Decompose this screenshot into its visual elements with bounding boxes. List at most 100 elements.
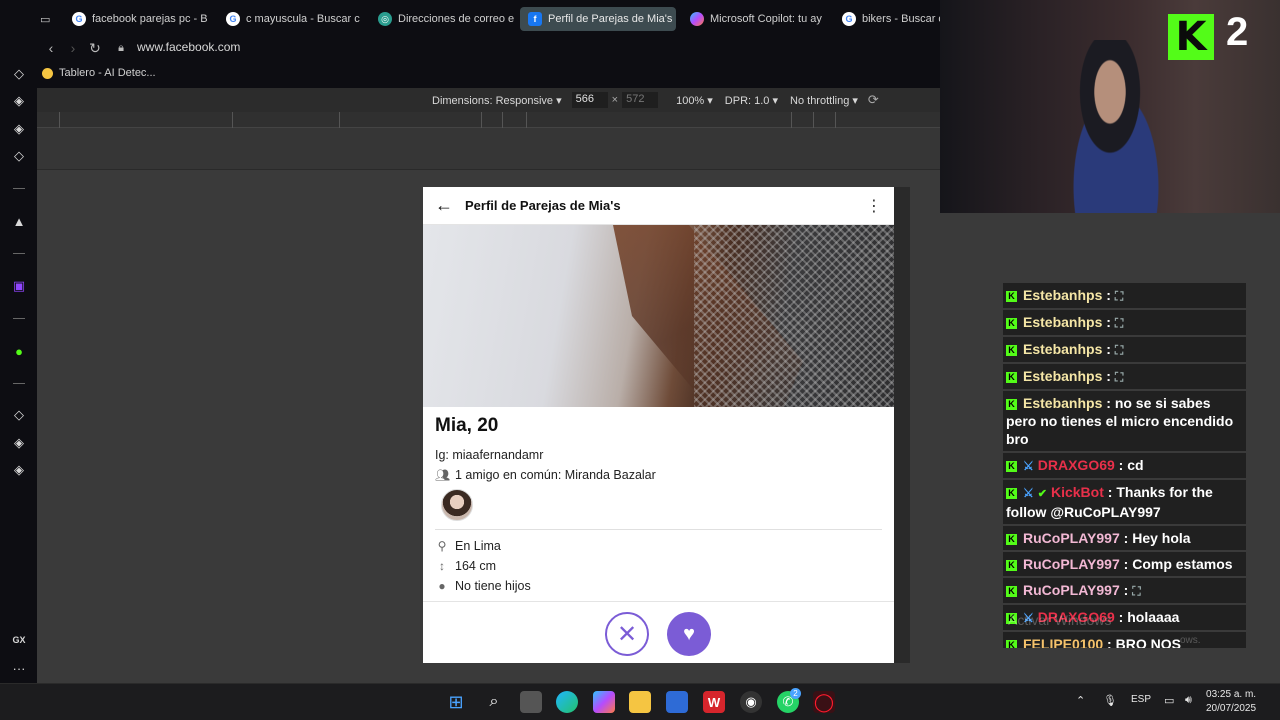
chat-username[interactable]: KickBot [1051,484,1104,500]
chat-username[interactable]: Estebanhps [1023,368,1102,384]
chat-separator: : [1114,609,1128,625]
more-icon[interactable]: ··· [9,658,29,678]
heart-icon: ♥ [683,622,695,645]
more-options-icon[interactable]: ⋮ [866,196,882,216]
edge-icon[interactable] [556,691,578,713]
tab-copilot[interactable]: Microsoft Copilot: tu ay [682,7,828,31]
chat-message: K Estebanhps : no se si sabes pero no tie… [1003,391,1246,451]
chat-username[interactable]: RuCoPLAY997 [1023,556,1120,572]
mutual-friends-text: 1 amigo en común: Miranda Bazalar [455,468,656,482]
throttle-select[interactable]: No throttling ▾ [790,94,858,107]
store-icon[interactable] [666,691,688,713]
chat-separator: : [1102,368,1115,384]
friends-icon: 👥︎ [435,468,451,482]
stream-chat: K Estebanhps : ⛶ K Estebanhps : ⛶ K Estebanhp… [1003,283,1246,648]
tab-tray-icon[interactable]: ▭ [36,7,58,31]
gx-label[interactable]: GX [9,630,29,650]
extensions-icon[interactable]: ◈ [9,433,29,453]
diamond-icon[interactable]: ◈ [9,91,29,111]
lock-icon[interactable]: 🔒︎ [111,38,131,58]
settings-icon[interactable]: ◈ [9,460,29,480]
tray-overflow-icon[interactable]: ⌃ [1076,694,1085,707]
system-clock[interactable]: 03:25 a. m. 20/07/2025 [1206,688,1256,716]
height-text: 164 cm [455,559,496,573]
emote-icon: ⛶ [1132,584,1141,598]
back-arrow-icon[interactable]: ← [435,195,465,216]
chat-username[interactable]: FELIPE0100 [1023,636,1103,648]
person-icon: ● [438,579,446,593]
tab-label: Microsoft Copilot: tu ay [710,13,822,25]
viewport-resize-handle[interactable] [894,187,910,663]
language-indicator[interactable]: ESP [1131,694,1151,705]
chat-separator: : [1103,636,1116,648]
mutual-friends-line[interactable]: 👥︎ 1 amigo en común: Miranda Bazalar [435,465,882,485]
chat-username[interactable]: Estebanhps [1023,287,1102,303]
chat-message: K RuCoPLAY997 : ⛶ [1003,578,1246,603]
dpr-select[interactable]: DPR: 1.0 ▾ [725,94,778,107]
height-line: ↕ 164 cm [435,556,882,576]
spotify-icon[interactable]: ● [9,341,29,361]
zoom-select[interactable]: 100% ▾ [676,94,713,107]
bookmark-item[interactable]: Tablero - AI Detec... [42,67,156,79]
network-icon[interactable]: ▭ [1164,694,1174,707]
bookmarks-bar: Tablero - AI Detec... [37,60,940,88]
aria-icon[interactable]: ▲ [9,211,29,231]
dimensions-select[interactable]: Dimensions: Responsive ▾ [432,94,562,107]
chat-username[interactable]: Estebanhps [1023,341,1102,357]
ruler-tick [813,112,814,128]
copilot-icon [690,12,704,26]
diamond-icon[interactable]: ◈ [9,119,29,139]
moderator-sword-icon: ⚔ [1023,459,1034,473]
tab-c-mayuscula[interactable]: G c mayuscula - Buscar c [218,7,364,31]
chat-username[interactable]: Estebanhps [1023,314,1102,330]
windows-start-icon[interactable]: ⊞ [445,691,467,713]
action-bar: ✕ ♥ [423,601,894,663]
chat-username[interactable]: DRAXGO69 [1038,457,1115,473]
rotate-icon[interactable]: ⟳ [868,92,879,108]
forward-icon[interactable]: › [63,38,83,58]
volume-icon[interactable]: 🔊︎ [1185,694,1192,707]
like-button[interactable]: ♥ [667,612,711,656]
tab-bikers[interactable]: G bikers - Buscar c [834,7,940,31]
moderator-sword-icon: ⚔ [1023,486,1034,500]
opera-gx-icon[interactable]: ◯ [813,691,835,713]
chat-username[interactable]: RuCoPLAY997 [1023,582,1120,598]
photo-detail [694,225,894,407]
chat-text: Comp estamos [1132,556,1233,572]
divider [13,318,25,319]
history-icon[interactable]: ◇ [9,405,29,425]
tab-label: Perfil de Parejas de Mia's [548,13,673,25]
profile-info: Mia, 20 Ig: miaafernandamr 👥︎ 1 amigo en… [423,407,894,596]
chat-username[interactable]: Estebanhps [1023,395,1102,411]
chat-message: K Estebanhps : ⛶ [1003,283,1246,308]
task-view-icon[interactable] [520,691,542,713]
height-input[interactable]: 572 [622,92,659,108]
emote-icon: ⛶ [1114,370,1124,384]
profile-photo[interactable] [423,225,894,407]
pass-button[interactable]: ✕ [605,612,649,656]
tab-perfil-parejas[interactable]: f Perfil de Parejas de Mia's [520,7,676,31]
google-icon: G [226,12,240,26]
twitch-icon[interactable]: ▣ [9,276,29,296]
chat-text: holaaaa [1127,609,1180,625]
profile-header: ← Perfil de Parejas de Mia's ⋮ [423,187,894,225]
messenger-icon[interactable]: ◇ [9,146,29,166]
microphone-icon[interactable]: 🎙︎ [1103,694,1117,707]
reload-icon[interactable]: ↻ [85,38,105,58]
divider [435,529,882,530]
copilot-icon[interactable] [593,691,615,713]
chat-username[interactable]: RuCoPLAY997 [1023,530,1120,546]
bookmark-icon [42,67,53,79]
search-icon[interactable]: ⌕ [483,691,505,713]
obs-icon[interactable]: ◉ [740,691,762,713]
mutual-friend-avatar[interactable] [441,489,473,521]
file-explorer-icon[interactable] [629,691,651,713]
back-icon[interactable]: ‹ [41,38,61,58]
url-field[interactable]: www.facebook.com [137,40,240,54]
width-input[interactable]: 566 [571,92,608,108]
wps-icon[interactable]: W [703,691,725,713]
tab-direcciones[interactable]: ◎ Direcciones de correo e [370,7,516,31]
google-icon: G [842,12,856,26]
diamond-icon[interactable]: ◇ [9,64,29,84]
tab-facebook-parejas[interactable]: G facebook parejas pc - B [64,7,210,31]
